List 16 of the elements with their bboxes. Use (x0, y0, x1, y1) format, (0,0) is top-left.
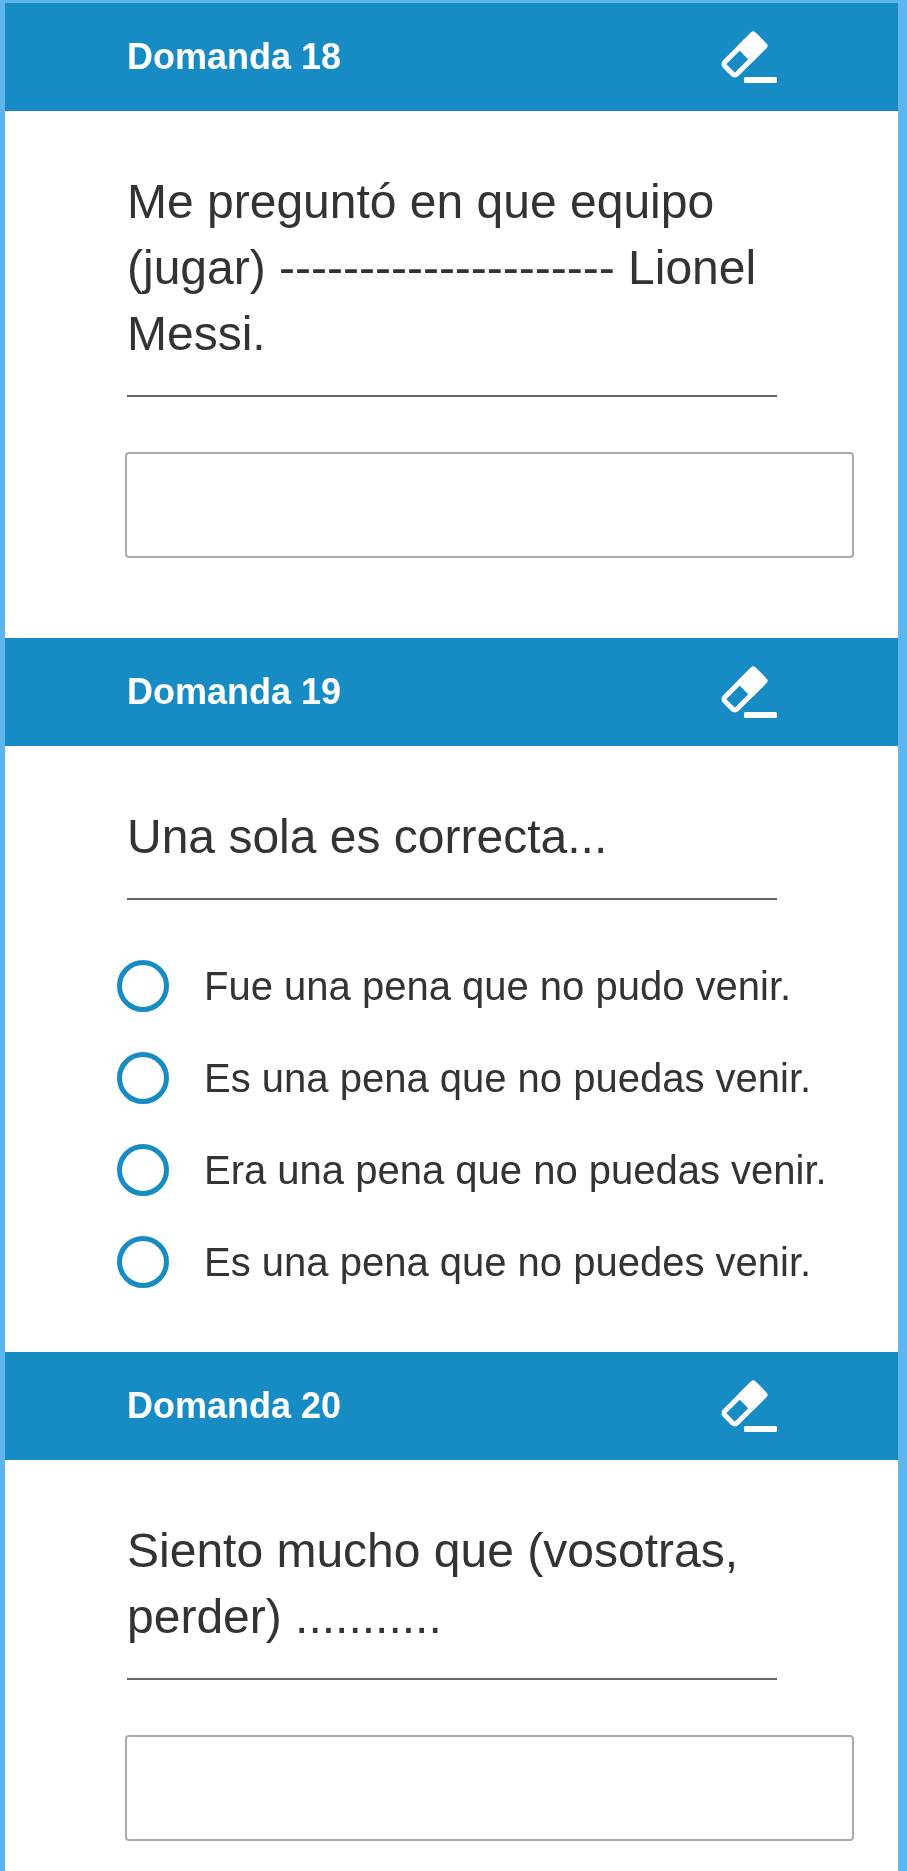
option-label: Es una pena que no puedes venir. (204, 1239, 812, 1286)
radio-button[interactable] (117, 1052, 169, 1104)
answer-field[interactable] (125, 1735, 854, 1841)
question-text: Me preguntó en que equipo (jugar) --------------------- Lionel Messi. (127, 174, 758, 362)
question-title: Domanda 20 (127, 1388, 342, 1424)
option-label: Es una pena que no puedas venir. (204, 1055, 812, 1102)
option-label: Fue una pena que no pudo venir. (204, 963, 792, 1010)
radio-button[interactable] (117, 1144, 169, 1196)
question-title: Domanda 18 (127, 39, 342, 75)
question-text: Siento mucho que (vosotras, perder) ........... (127, 1523, 739, 1645)
question-text: Una sola es correcta... (127, 809, 609, 865)
radio-button[interactable] (117, 960, 169, 1012)
question-title: Domanda 19 (127, 674, 342, 710)
answer-field[interactable] (125, 452, 854, 558)
radio-button[interactable] (117, 1236, 169, 1288)
option-label: Era una pena que no puedas venir. (204, 1147, 827, 1194)
